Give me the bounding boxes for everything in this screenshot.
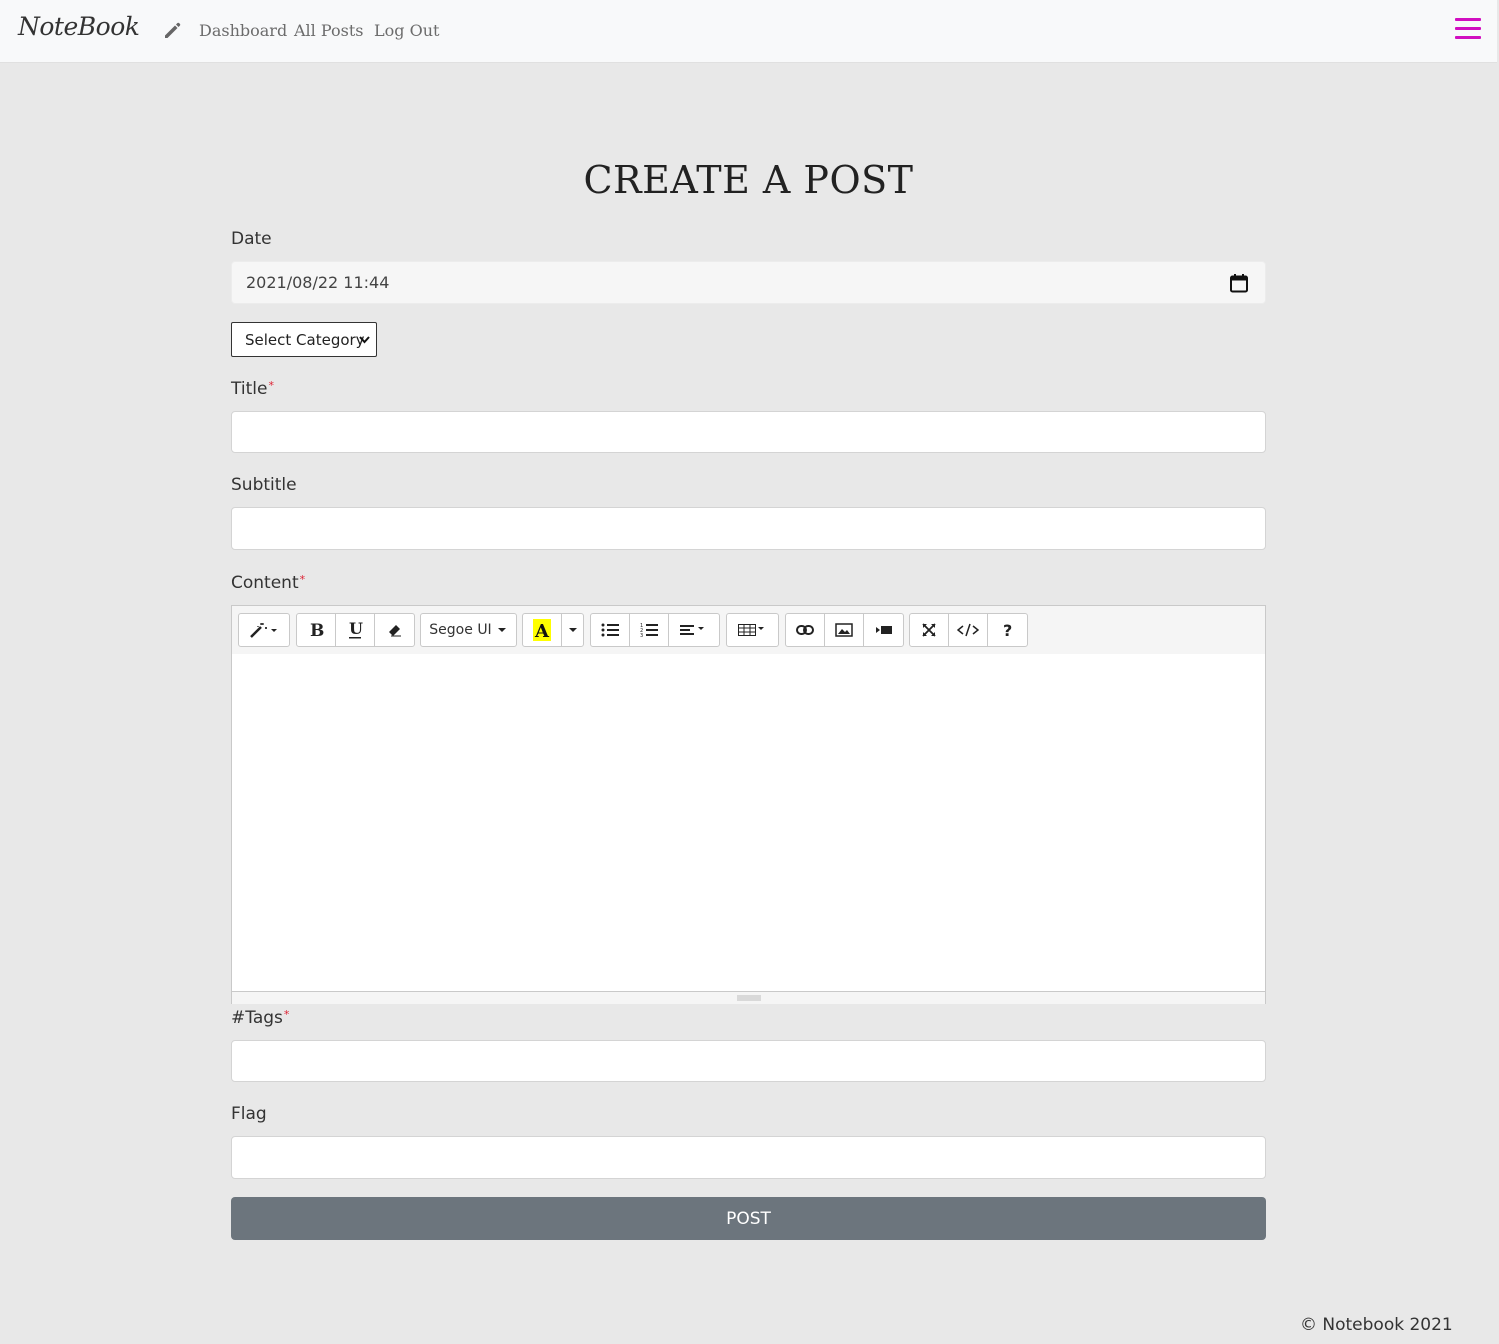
title-input[interactable] (231, 411, 1266, 453)
code-view-icon (957, 623, 979, 637)
calendar-icon[interactable] (1229, 273, 1249, 293)
align-button[interactable] (668, 613, 720, 647)
font-family-value: Segoe UI (429, 622, 492, 638)
highlight-color-button[interactable]: A (522, 613, 562, 647)
highlight-icon: A (533, 619, 551, 641)
bold-button[interactable]: B (296, 613, 336, 647)
clear-format-button[interactable] (374, 613, 415, 647)
nav-log-out[interactable]: Log Out (374, 21, 439, 40)
hamburger-line (1455, 18, 1481, 21)
content-label: Content* (231, 573, 305, 593)
link-button[interactable] (785, 613, 825, 647)
table-icon (737, 624, 764, 636)
tags-label: #Tags* (231, 1008, 289, 1028)
content-label-text: Content (231, 573, 299, 593)
required-mark: * (283, 1008, 290, 1021)
align-icon (680, 625, 704, 635)
editor-toolbar: B U Segoe UI A 1 2 3 ? (232, 606, 1265, 655)
eraser-icon (388, 625, 401, 637)
fullscreen-button[interactable] (909, 613, 949, 647)
caret-down-icon (497, 628, 506, 632)
bullet-list-icon (601, 623, 619, 637)
help-icon: ? (1003, 621, 1012, 639)
bold-icon: B (310, 621, 324, 639)
tags-label-text: #Tags (231, 1008, 283, 1028)
hamburger-menu-icon[interactable] (1455, 18, 1481, 42)
ordered-list-button[interactable]: 123 (629, 613, 669, 647)
svg-text:3: 3 (640, 633, 643, 638)
hamburger-line (1455, 36, 1481, 39)
highlight-dropdown-button[interactable] (561, 613, 584, 647)
category-select[interactable]: Select Category (231, 322, 377, 357)
video-icon (875, 626, 892, 634)
help-button[interactable]: ? (987, 613, 1028, 647)
tags-input[interactable] (231, 1040, 1266, 1082)
date-value: 2021/08/22 11:44 (246, 273, 390, 292)
navbar: NoteBook Dashboard All Posts Log Out (0, 0, 1497, 63)
svg-text:U: U (349, 620, 363, 638)
hamburger-line (1455, 27, 1481, 30)
style-button[interactable] (238, 613, 290, 647)
category-selected-value: Select Category (245, 331, 365, 349)
underline-button[interactable]: U (335, 613, 375, 647)
chevron-down-icon (359, 336, 370, 344)
rich-text-editor: B U Segoe UI A 1 2 3 ? (231, 605, 1266, 1004)
link-icon (796, 625, 814, 635)
footer-copyright: © Notebook 2021 (1300, 1315, 1453, 1335)
page-title: CREATE A POST (583, 158, 914, 202)
bullet-list-button[interactable] (590, 613, 630, 647)
editor-resize-bar[interactable] (232, 991, 1265, 1004)
ordered-list-icon: 123 (640, 623, 658, 638)
required-mark: * (299, 573, 306, 586)
title-label: Title* (231, 379, 274, 399)
nav-all-posts[interactable]: All Posts (294, 21, 363, 40)
subtitle-label: Subtitle (231, 475, 297, 495)
resize-grip-icon (737, 995, 761, 1001)
svg-text:A: A (534, 621, 550, 641)
flag-label: Flag (231, 1104, 267, 1124)
caret-down-icon (568, 628, 577, 632)
code-view-button[interactable] (948, 613, 988, 647)
nav-dashboard[interactable]: Dashboard (199, 21, 287, 40)
svg-text:?: ? (1003, 621, 1012, 639)
subtitle-input[interactable] (231, 507, 1266, 550)
editor-content-area[interactable] (232, 654, 1265, 991)
svg-text:B: B (310, 621, 324, 639)
post-button[interactable]: POST (231, 1197, 1266, 1240)
table-button[interactable] (726, 613, 779, 647)
picture-icon (835, 623, 853, 637)
video-button[interactable] (863, 613, 904, 647)
magic-wand-icon (250, 623, 277, 638)
font-family-button[interactable]: Segoe UI (420, 613, 517, 647)
date-input[interactable]: 2021/08/22 11:44 (231, 261, 1266, 304)
date-label: Date (231, 229, 272, 249)
fullscreen-icon (922, 623, 936, 637)
brand-logo[interactable]: NoteBook (18, 12, 140, 41)
required-mark: * (268, 379, 274, 392)
title-label-text: Title (231, 379, 268, 399)
underline-icon: U (349, 620, 363, 639)
flag-input[interactable] (231, 1136, 1266, 1179)
pencil-icon[interactable] (162, 20, 182, 40)
picture-button[interactable] (824, 613, 864, 647)
